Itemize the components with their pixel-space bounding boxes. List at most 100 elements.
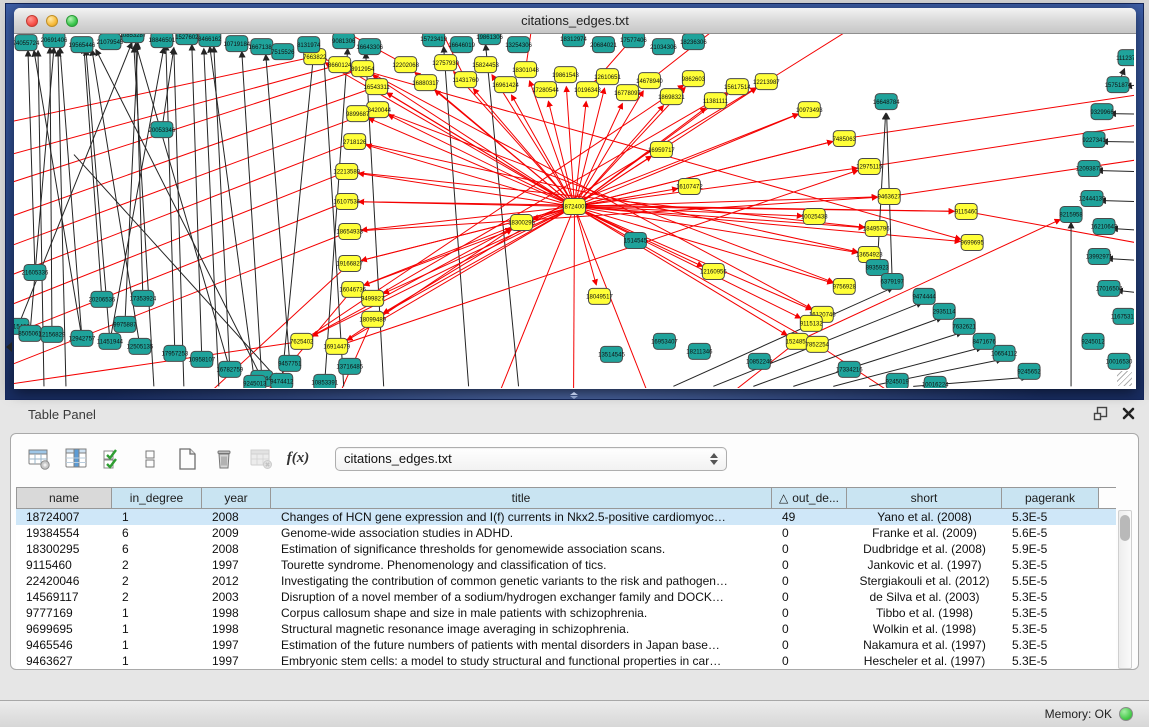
graph-node[interactable]: 20691406 [41,34,68,48]
graph-node[interactable]: 9463627 [878,189,902,205]
graph-edge[interactable] [766,34,873,82]
graph-edge[interactable] [174,49,184,387]
graph-node[interactable]: 20053346 [149,122,176,138]
graph-edge[interactable] [1102,142,1134,143]
graph-node[interactable]: 9899687 [346,106,370,122]
close-icon[interactable] [1122,407,1135,420]
graph-edge[interactable] [1097,171,1134,173]
graph-node[interactable]: 15751874 [1105,77,1132,93]
network-window-titlebar[interactable]: citations_edges.txt [14,8,1136,34]
graph-node[interactable]: 9115132 [800,315,824,331]
table-vertical-scrollbar[interactable] [1118,510,1132,669]
graph-edge[interactable] [369,118,575,206]
table-row[interactable]: 946554611997Estimation of the future num… [16,637,1116,653]
graph-node[interactable]: 11451944 [97,333,124,349]
column-header-name[interactable]: name [16,488,112,508]
graph-edge[interactable] [366,145,574,207]
minimize-window-icon[interactable] [46,15,58,27]
graph-node[interactable]: 8471676 [972,333,996,349]
graph-node[interactable]: 9474412 [270,373,294,388]
graph-node[interactable]: 9245652 [1017,363,1041,379]
table-row[interactable]: 946362711997Embryonic stem cells: a mode… [16,653,1116,669]
graph-node[interactable]: 14678940 [636,73,663,89]
graph-node[interactable]: 16543311 [364,79,391,95]
graph-node[interactable]: 19565446 [69,37,96,53]
graph-edge[interactable] [355,142,858,252]
graph-edge[interactable] [444,47,469,387]
graph-node[interactable]: 18301048 [512,62,539,78]
table-row[interactable]: 911546021997Tourette syndrome. Phenomeno… [16,557,1116,573]
graph-edge[interactable] [50,48,52,335]
graph-node[interactable]: 8466162 [198,34,222,47]
graph-node[interactable]: 17280544 [532,82,559,98]
graph-edge[interactable] [14,142,355,290]
graph-node[interactable]: 10852246 [746,353,773,369]
graph-node[interactable]: 9756928 [833,278,857,294]
new-column-icon[interactable] [173,445,201,473]
graph-node[interactable]: 9115460 [955,204,979,220]
table-row[interactable]: 2242004622012Investigating the contribut… [16,573,1116,589]
graph-edge[interactable] [60,48,82,339]
graph-node[interactable]: 17353924 [130,290,157,306]
select-all-icon[interactable] [99,445,127,473]
graph-node[interactable]: 9474444 [913,288,937,304]
graph-node[interactable]: 9081306 [332,34,356,49]
graph-node[interactable]: 13992971 [1086,248,1113,264]
graph-node[interactable]: 10719184 [223,36,250,52]
graph-node[interactable]: 11675316 [1111,308,1134,324]
graph-node[interactable]: 18654933 [336,223,363,239]
graph-node[interactable]: 13716485 [336,358,363,374]
graph-node[interactable]: 18099489 [359,311,386,327]
graph-node[interactable]: 8660124 [328,57,352,73]
graph-node[interactable]: 20206536 [89,291,116,307]
graph-node[interactable]: 12156829 [39,326,66,342]
column-header-year[interactable]: year [202,488,271,508]
graph-edge[interactable] [324,55,344,387]
graph-node[interactable]: 7852254 [806,336,830,352]
memory-status-icon[interactable] [1119,707,1133,721]
graph-node[interactable]: 17577406 [620,34,647,48]
graph-node[interactable]: 10025438 [801,209,828,225]
graph-node[interactable]: 21605336 [22,264,49,280]
show-columns-icon[interactable] [62,445,90,473]
graph-edge[interactable] [18,43,132,327]
zoom-window-icon[interactable] [66,15,78,27]
graph-node[interactable]: 18495796 [863,220,890,236]
graph-node[interactable]: 12505135 [127,338,154,354]
graph-edge[interactable] [574,106,663,207]
graph-node[interactable]: 16961424 [492,77,519,93]
graph-node[interactable]: 16778097 [614,85,641,101]
network-canvas[interactable]: 1872400776638228660124891295416543311234… [14,34,1134,388]
graph-node[interactable]: 21034306 [650,39,677,55]
graph-edge[interactable] [325,49,348,383]
graph-node[interactable]: 16107534 [333,194,360,210]
graph-node[interactable]: 10654112 [991,345,1018,361]
graph-node[interactable]: 18049517 [586,288,613,304]
graph-node[interactable]: 18846501 [149,34,176,48]
graph-node[interactable]: 10958107 [189,351,216,367]
graph-node[interactable]: 13254306 [505,37,532,53]
graph-node[interactable]: 9245013 [243,375,267,388]
graph-node[interactable]: 9699695 [960,234,984,250]
graph-node[interactable]: 18211346 [686,343,713,359]
graph-edge[interactable] [473,89,574,207]
graph-node[interactable]: 20684021 [590,37,617,53]
graph-edge[interactable] [494,207,575,388]
graph-node[interactable]: 9457751 [278,355,302,371]
graph-node[interactable]: 18724007 [561,199,588,215]
graph-edge[interactable] [136,43,143,299]
graph-node[interactable]: 11381111 [703,93,729,109]
graph-node[interactable]: 12757930 [432,55,459,71]
graph-node[interactable]: 17334216 [836,361,863,377]
delete-table-icon[interactable] [247,445,275,473]
function-builder-icon[interactable]: f(x) [284,445,312,473]
table-row[interactable]: 977716911998Corpus callosum shape and si… [16,605,1116,621]
graph-node[interactable]: 11123723 [1116,50,1134,66]
graph-edge[interactable] [302,228,511,341]
graph-node[interactable]: 10973493 [796,102,823,118]
graph-node[interactable]: 12444139 [1079,191,1106,207]
graph-node[interactable]: 10196343 [574,82,601,98]
graph-node[interactable]: 17016504 [1096,280,1123,296]
collapse-panel-arrow-icon[interactable] [6,342,12,352]
graph-node[interactable]: 7485063 [833,131,857,147]
